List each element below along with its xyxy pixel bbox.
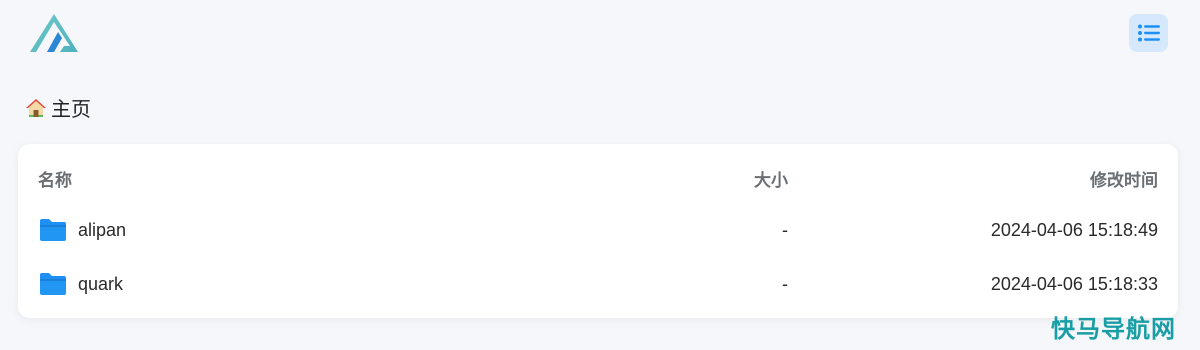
file-name-cell: alipan [38,217,648,243]
watermark-text: 快马导航网 [1051,315,1176,343]
app-logo-icon[interactable] [28,12,80,56]
header-modified[interactable]: 修改时间 [788,166,1158,191]
list-menu-icon [1137,24,1160,42]
table-row[interactable]: alipan - 2024-04-06 15:18:49 [38,210,1158,250]
file-size: - [782,219,788,240]
breadcrumb: 主页 [25,93,91,122]
list-menu-button[interactable] [1129,14,1168,52]
folder-icon [40,219,66,241]
table-header: 名称 大小 修改时间 [38,166,1158,190]
file-name-cell: quark [38,271,648,297]
folder-icon [40,273,66,295]
breadcrumb-home-link[interactable]: 主页 [51,93,91,122]
file-list: 名称 大小 修改时间 alipan - 2024-04-06 15:18:49 … [18,144,1178,318]
file-modified: 2024-04-06 15:18:33 [990,273,1158,294]
header-size[interactable]: 大小 [648,166,788,191]
file-name: alipan [78,219,127,240]
file-size: - [782,273,788,294]
header-name[interactable]: 名称 [38,166,648,191]
table-row[interactable]: quark - 2024-04-06 15:18:33 [38,264,1158,304]
file-name: quark [78,273,124,294]
file-modified: 2024-04-06 15:18:49 [990,219,1158,240]
home-icon [26,98,46,117]
